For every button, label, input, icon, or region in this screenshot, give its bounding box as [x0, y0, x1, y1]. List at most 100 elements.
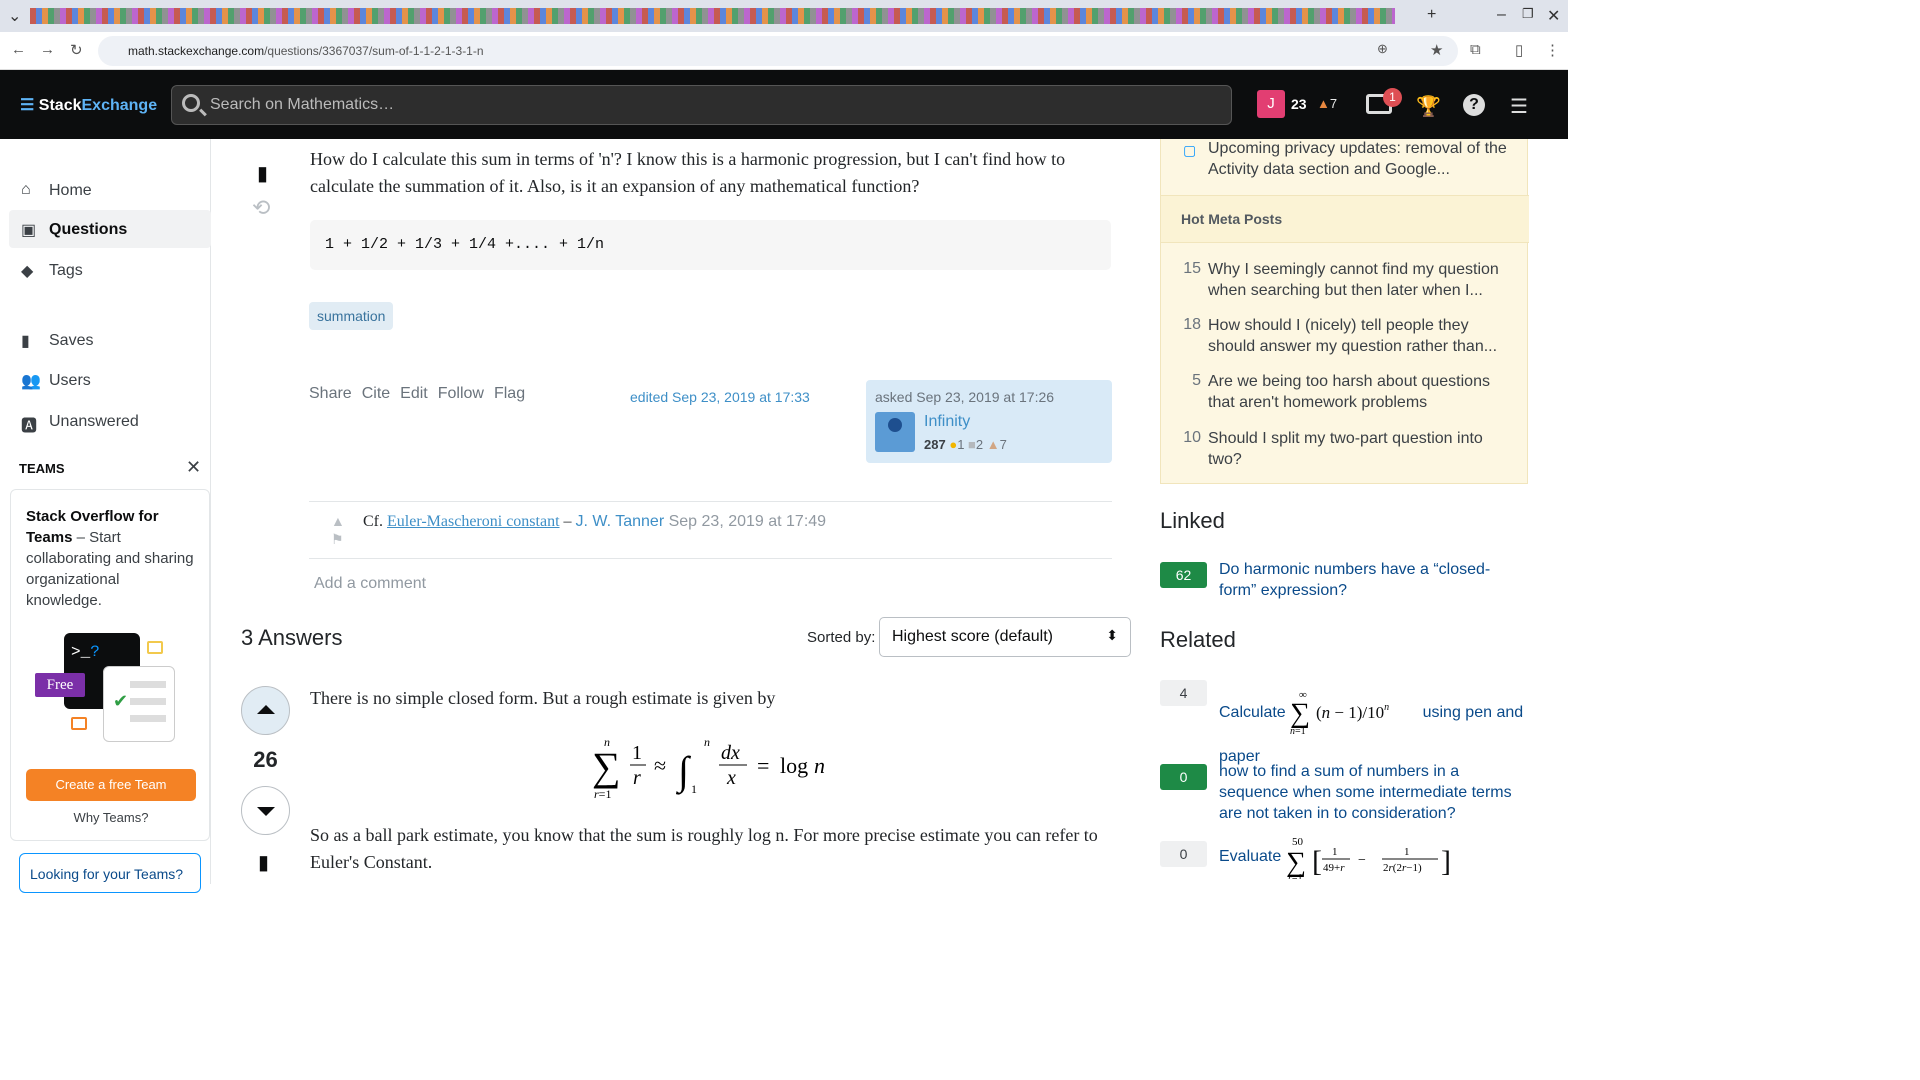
- forward-icon[interactable]: →: [40, 41, 55, 58]
- menu-icon[interactable]: ⋮: [1545, 41, 1560, 59]
- home-icon: ⌂: [21, 181, 31, 198]
- svg-text:x: x: [726, 767, 736, 789]
- svg-text:∑: ∑: [592, 744, 621, 789]
- history-icon[interactable]: ⟲: [252, 195, 270, 221]
- nav-home[interactable]: ⌂ Home: [9, 171, 211, 209]
- svg-text:∑: ∑: [1290, 698, 1310, 729]
- bookmark-icon: ▮: [21, 333, 30, 350]
- meta-post-link[interactable]: How should I (nicely) tell people they s…: [1208, 315, 1513, 357]
- related-formula-2: 50∑r=1[149+r −12r(2r−1)]: [1286, 836, 1451, 884]
- cite-link[interactable]: Cite: [362, 385, 390, 402]
- add-comment-link[interactable]: Add a comment: [314, 575, 426, 593]
- close-window-button[interactable]: ✕: [1547, 6, 1560, 26]
- meta-post-link[interactable]: Are we being too harsh about questions t…: [1208, 371, 1513, 413]
- svg-text:(n − 1)/10n: (n − 1)/10n: [1316, 702, 1389, 722]
- flag-link[interactable]: Flag: [494, 385, 525, 402]
- svg-text:[: [: [1312, 845, 1322, 878]
- answer-bookmark-icon[interactable]: ▮: [258, 850, 269, 875]
- tab-search-icon[interactable]: ⌄: [8, 6, 21, 26]
- create-team-button[interactable]: Create a free Team: [26, 769, 196, 801]
- comment-upvote-icon[interactable]: ▲: [331, 513, 345, 529]
- related-score: 0: [1160, 841, 1207, 867]
- related-score: 0: [1160, 764, 1207, 790]
- bookmark-icon[interactable]: ▮: [257, 161, 268, 186]
- nav-users[interactable]: 👥 Users: [9, 361, 211, 399]
- speech-bubble-icon: ▢: [1183, 142, 1197, 158]
- linked-heading: Linked: [1160, 508, 1225, 533]
- upvote-button[interactable]: [241, 686, 290, 735]
- comment-flag-icon[interactable]: ⚑: [331, 531, 344, 548]
- site-header: ☰ StackExchange J 23 ▲7 1 🏆 ? ☰: [0, 70, 1568, 139]
- svg-text:n=1: n=1: [1290, 726, 1306, 737]
- sidepanel-icon[interactable]: ▯: [1515, 41, 1523, 59]
- linked-score: 62: [1160, 562, 1207, 588]
- tag-summation[interactable]: summation: [309, 302, 394, 330]
- stackexchange-logo[interactable]: ☰ StackExchange: [20, 95, 157, 115]
- author-name[interactable]: Infinity: [924, 413, 970, 431]
- answers-heading: 3 Answers: [241, 625, 343, 650]
- edit-link[interactable]: Edit: [400, 385, 428, 402]
- teams-heading: TEAMS: [19, 461, 65, 476]
- teams-illustration: >_? ✔ Free: [33, 633, 183, 745]
- back-icon[interactable]: ←: [11, 41, 26, 58]
- sort-select[interactable]: Highest score (default) ⬍: [879, 617, 1131, 657]
- zoom-icon[interactable]: ⊕: [1377, 41, 1388, 57]
- question-body: How do I calculate this sum in terms of …: [310, 149, 1066, 196]
- tab-list[interactable]: [30, 8, 1395, 24]
- achievements-icon[interactable]: 🏆: [1416, 94, 1441, 119]
- site-search[interactable]: [171, 85, 1232, 125]
- comment-item: ▲ ⚑ Cf. Euler-Mascheroni constant – J. W…: [309, 511, 1112, 559]
- euler-mascheroni-link[interactable]: Euler-Mascheroni constant: [387, 513, 560, 530]
- search-input[interactable]: [210, 94, 1110, 116]
- share-link[interactable]: Share: [309, 385, 352, 402]
- teams-promo-text: Stack Overflow for Teams – Start collabo…: [26, 508, 194, 609]
- meta-post-score: 5: [1192, 372, 1201, 389]
- meta-post-score: 10: [1183, 429, 1201, 446]
- nav-unanswered[interactable]: 🅰 Unanswered: [9, 402, 211, 440]
- comments-divider: [309, 501, 1112, 502]
- bookmark-star-icon[interactable]: ★: [1430, 41, 1443, 59]
- hot-meta-heading: Hot Meta Posts: [1161, 195, 1529, 243]
- linked-question-link[interactable]: Do harmonic numbers have a “closed-form”…: [1219, 559, 1527, 601]
- svg-text:]: ]: [1441, 845, 1451, 878]
- edited-timestamp[interactable]: edited Sep 23, 2019 at 17:33: [630, 389, 810, 405]
- sorted-by-label: Sorted by:: [807, 629, 876, 646]
- downvote-button[interactable]: [241, 786, 290, 835]
- comment-user[interactable]: J. W. Tanner: [576, 513, 665, 530]
- minimize-button[interactable]: –: [1497, 6, 1506, 24]
- site-switcher-icon[interactable]: ☰: [1510, 94, 1528, 119]
- bronze-badge-count: ▲7: [1317, 96, 1338, 111]
- meta-post-link[interactable]: Why I seemingly cannot find my question …: [1208, 259, 1513, 301]
- looking-for-teams-button[interactable]: Looking for your Teams?: [19, 853, 201, 893]
- asked-timestamp: asked Sep 23, 2019 at 17:26: [875, 389, 1055, 405]
- related-question-link[interactable]: Evaluate 50 ∑ r=1[1 49+r −1 2r(2r−1)]: [1219, 835, 1527, 884]
- nav-saves[interactable]: ▮ Saves: [9, 321, 211, 359]
- svg-text:1: 1: [1404, 846, 1410, 858]
- reload-icon[interactable]: ↻: [70, 41, 83, 59]
- author-avatar[interactable]: [875, 412, 915, 452]
- nav-tags[interactable]: ◆ Tags: [9, 251, 211, 289]
- user-avatar[interactable]: J: [1257, 90, 1285, 118]
- extensions-icon[interactable]: ⧉: [1470, 41, 1481, 58]
- asker-card: asked Sep 23, 2019 at 17:26 Infinity 287…: [866, 380, 1112, 463]
- blog-item-privacy[interactable]: Upcoming privacy updates: removal of the…: [1208, 138, 1513, 180]
- sort-arrows-icon: ⬍: [1106, 627, 1118, 643]
- nav-questions[interactable]: ▣ Questions: [9, 210, 211, 248]
- url-text: math.stackexchange.com/questions/3367037…: [128, 44, 484, 58]
- why-teams-link[interactable]: Why Teams?: [11, 810, 211, 825]
- meta-post-score: 15: [1183, 260, 1201, 277]
- help-icon[interactable]: ?: [1463, 94, 1485, 116]
- answer-text-2: So as a ball park estimate, you know tha…: [310, 825, 1098, 872]
- follow-link[interactable]: Follow: [438, 385, 484, 402]
- close-icon[interactable]: ✕: [186, 457, 201, 478]
- meta-post-link[interactable]: Should I split my two-part question into…: [1208, 428, 1513, 470]
- url-field[interactable]: math.stackexchange.com/questions/3367037…: [98, 36, 1458, 66]
- svg-text:r=1: r=1: [594, 787, 611, 801]
- questions-icon: ▣: [21, 222, 37, 239]
- related-question-link[interactable]: how to find a sum of numbers in a sequen…: [1219, 761, 1527, 824]
- svg-text:−: −: [1358, 853, 1366, 868]
- new-tab-button[interactable]: +: [1427, 6, 1436, 24]
- related-score: 4: [1160, 680, 1207, 706]
- restore-button[interactable]: ❐: [1522, 6, 1534, 22]
- unanswered-icon: 🅰: [21, 418, 38, 435]
